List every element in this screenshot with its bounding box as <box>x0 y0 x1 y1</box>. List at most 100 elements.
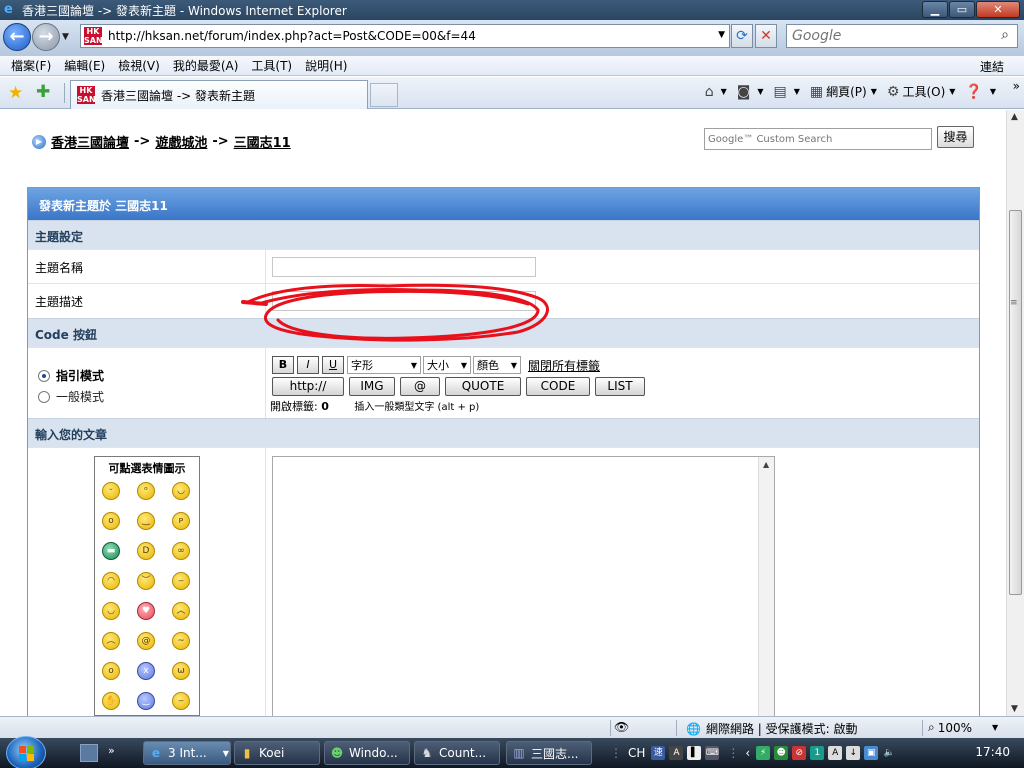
taskbar-item-sangokushi[interactable]: ▥ 三國志... <box>506 741 592 765</box>
menu-tools[interactable]: 工具(T) <box>246 57 297 74</box>
emoticon-happy-icon[interactable]: ◡ <box>172 482 190 500</box>
page-scrollbar[interactable]: ▲ ≡ ▼ <box>1006 110 1024 716</box>
print-button[interactable]: ▤ ▼ <box>773 84 799 100</box>
forward-button[interactable]: → <box>32 23 60 51</box>
font-select[interactable]: 字形 ▼ <box>347 356 421 374</box>
clock[interactable]: 17:40 <box>975 745 1010 759</box>
refresh-button[interactable]: ⟳ <box>731 24 753 48</box>
emoticon-worried-icon[interactable]: ~ <box>172 632 190 650</box>
google-search-input[interactable] <box>705 133 925 145</box>
app-tray-icon[interactable]: 1 <box>810 746 825 760</box>
feeds-button[interactable]: ◙ ▼ <box>737 84 764 100</box>
font-tray-icon[interactable]: A <box>828 746 843 760</box>
new-tab-button[interactable] <box>370 83 398 107</box>
privacy-icon[interactable]: 👁 <box>614 720 629 734</box>
half-width-icon[interactable]: ▌ <box>687 746 702 760</box>
emoticon-love-icon[interactable]: ♥ <box>137 602 155 620</box>
http-button[interactable]: http:// <box>272 377 344 396</box>
start-button[interactable] <box>6 736 46 768</box>
minimize-button[interactable]: ▁ <box>922 1 948 18</box>
emoticon-blank-icon[interactable]: o <box>102 662 120 680</box>
color-select[interactable]: 顏色 ▼ <box>473 356 521 374</box>
breadcrumb-sangokushi11[interactable]: 三國志11 <box>234 132 291 151</box>
close-button[interactable]: ✕ <box>976 1 1020 18</box>
emoticon-tongue-icon[interactable]: ᴘ <box>172 512 190 530</box>
page-menu-button[interactable]: ▦ 網頁(P) ▼ <box>810 83 877 100</box>
security-tray-icon[interactable]: ⊘ <box>792 746 807 760</box>
img-button[interactable]: IMG <box>349 377 395 396</box>
maximize-button[interactable]: ▭ <box>949 1 975 18</box>
keyboard-icon[interactable]: ⌨ <box>705 746 720 760</box>
taskbar-item-koei[interactable]: ▮ Koei <box>234 741 320 765</box>
address-bar[interactable]: HK SAN http://hksan.net/forum/index.php?a… <box>80 24 730 48</box>
recent-pages-dropdown[interactable]: ▼ <box>62 32 69 42</box>
emoticon-rolleyes-icon[interactable]: ◠ <box>102 572 120 590</box>
message-textarea[interactable]: ▲ <box>272 456 775 716</box>
network-tool-icon[interactable]: ⚡ <box>756 746 771 760</box>
menu-file[interactable]: 檔案(F) <box>6 57 56 74</box>
emoticon-wink-icon[interactable]: ‿ <box>137 512 155 530</box>
emoticon-sleepy-icon[interactable]: ‒ <box>172 572 190 590</box>
help-button[interactable]: ❓ ▼ <box>965 84 996 100</box>
quicklaunch-chevron-icon[interactable]: » <box>108 744 115 757</box>
underline-button[interactable]: U <box>322 356 344 374</box>
taskbar-item-windows-messenger[interactable]: ☻ Windo... <box>324 741 410 765</box>
home-button[interactable]: ⌂ ▼ <box>705 84 727 100</box>
menu-edit[interactable]: 編輯(E) <box>59 57 110 74</box>
google-search-button[interactable]: 搜尋 <box>937 126 974 148</box>
back-button[interactable]: ← <box>3 23 31 51</box>
radio-guided-mode-dot[interactable] <box>38 369 50 382</box>
emoticon-devil-icon[interactable]: ω <box>172 662 190 680</box>
emoticon-laugh-icon[interactable]: D <box>137 542 155 560</box>
emoticon-sad-icon[interactable]: ︵ <box>102 632 120 650</box>
breadcrumb-forum-home[interactable]: 香港三國論壇 <box>51 132 129 151</box>
taskbar-item-ie[interactable]: e 3 Int... ▼ <box>143 741 231 765</box>
emoticon-grin-icon[interactable]: ▬ <box>102 542 120 560</box>
size-select[interactable]: 大小 ▼ <box>423 356 471 374</box>
emoticon-cheerful-icon[interactable]: ◡ <box>102 602 120 620</box>
radio-guided-mode[interactable]: 指引模式 <box>38 367 265 384</box>
safely-remove-icon[interactable]: ↓ <box>846 746 861 760</box>
stop-button[interactable]: ✕ <box>755 24 777 48</box>
browser-search-box[interactable]: ⌕ <box>786 24 1018 48</box>
bold-button[interactable]: B <box>272 356 294 374</box>
close-all-tags-link[interactable]: 關閉所有標籤 <box>528 357 600 374</box>
tools-menu-button[interactable]: ⚙ 工具(O) ▼ <box>887 83 956 100</box>
ime-icon[interactable]: 速 <box>651 746 666 760</box>
code-button[interactable]: CODE <box>526 377 590 396</box>
radio-normal-mode[interactable]: 一般模式 <box>38 388 265 405</box>
browser-search-input[interactable] <box>787 28 987 44</box>
emoticon-shocked-icon[interactable]: o <box>102 512 120 530</box>
menu-favorites[interactable]: 我的最愛(A) <box>168 57 244 74</box>
tray-expand-icon[interactable]: ‹ <box>745 746 750 760</box>
emoticon-neutral-icon[interactable]: ‒ <box>172 692 190 710</box>
emoticon-dizzy-icon[interactable]: @ <box>137 632 155 650</box>
volume-icon[interactable]: 🔈 <box>882 746 896 760</box>
google-custom-search-box[interactable] <box>704 128 932 150</box>
email-button[interactable]: @ <box>400 377 440 396</box>
security-zone[interactable]: 🌐 網際網路 | 受保護模式: 啟動 <box>686 720 857 737</box>
tab-current[interactable]: HK SAN 香港三國論壇 -> 發表新主題 <box>70 80 368 109</box>
menu-help[interactable]: 說明(H) <box>300 57 352 74</box>
list-button[interactable]: LIST <box>595 377 645 396</box>
language-indicator[interactable]: CH <box>628 746 645 760</box>
emoticon-cool-icon[interactable]: ∞ <box>172 542 190 560</box>
emoticon-blush-icon[interactable]: ︶ <box>137 572 155 590</box>
search-icon[interactable]: ⌕ <box>1001 27 1009 43</box>
scroll-thumb[interactable] <box>1009 210 1022 595</box>
toolbar-chevron-icon[interactable]: » <box>1013 79 1020 93</box>
emoticon-smile-icon[interactable]: ᵕ <box>102 482 120 500</box>
breadcrumb-games[interactable]: 遊戲城池 <box>155 132 207 151</box>
favorites-star-icon[interactable]: ★ <box>8 83 23 103</box>
italic-button[interactable]: I <box>297 356 319 374</box>
scroll-up-icon[interactable]: ▲ <box>763 460 769 469</box>
quote-button[interactable]: QUOTE <box>445 377 521 396</box>
messenger-tray-icon[interactable]: ☻ <box>774 746 789 760</box>
textarea-scrollbar[interactable]: ▲ <box>758 457 774 716</box>
show-desktop-icon[interactable] <box>80 744 98 762</box>
emoticon-wave-icon[interactable]: ✋ <box>102 692 120 710</box>
emoticon-cold-icon[interactable]: ‿ <box>137 692 155 710</box>
links-toolbar[interactable]: 連結 <box>980 58 1004 75</box>
menu-view[interactable]: 檢視(V) <box>113 57 165 74</box>
window-titlebar[interactable]: e 香港三國論壇 -> 發表新主題 - Windows Internet Exp… <box>0 0 1024 20</box>
